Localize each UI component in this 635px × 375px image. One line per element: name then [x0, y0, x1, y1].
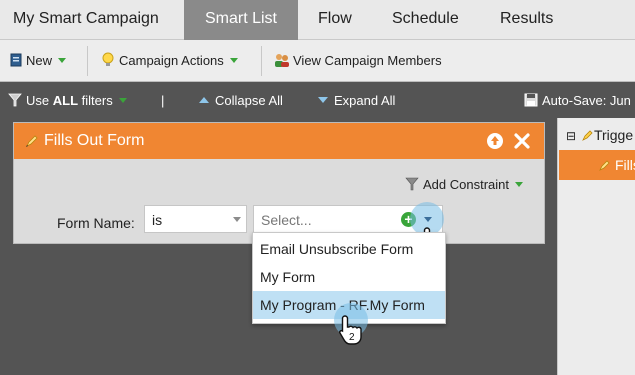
toolbar: New Campaign Actions View Campaign Membe…: [0, 40, 635, 82]
close-icon[interactable]: [513, 132, 531, 150]
use-label: Use: [26, 93, 50, 108]
auto-save-status: Auto-Save: Jun: [524, 92, 631, 110]
hand-pointer-icon: 2: [339, 315, 362, 345]
toolbar-divider: [261, 46, 262, 76]
funnel-icon: [405, 177, 419, 191]
campaign-tab-bar: My Smart Campaign Smart List Flow Schedu…: [0, 0, 635, 40]
form-select-placeholder: Select...: [261, 212, 312, 228]
chevron-down-icon: [233, 217, 241, 222]
chevron-up-icon: [199, 97, 209, 103]
filter-card-header: Fills Out Form: [14, 123, 544, 159]
tab-smart-list[interactable]: Smart List: [184, 0, 298, 40]
tab-flow[interactable]: Flow: [318, 0, 352, 40]
expand-all-button[interactable]: Expand All: [317, 92, 395, 110]
smart-list-tree-panel: ⊟ Trigge Fills: [557, 118, 635, 375]
people-icon: [275, 54, 289, 67]
campaign-actions-label: Campaign Actions: [119, 53, 224, 68]
filter-card-fills-out-form: Fills Out Form Add Constraint Form Name:…: [13, 122, 545, 244]
pencil-icon: [26, 135, 38, 147]
filter-card-title: Fills Out Form: [44, 132, 145, 149]
tree-triggers-label: Trigge: [593, 127, 634, 143]
tab-my-smart-campaign[interactable]: My Smart Campaign: [13, 0, 159, 40]
expand-label: Expand All: [334, 93, 396, 108]
form-name-label: Form Name:: [57, 215, 135, 231]
tree-node-fills-out-form[interactable]: Fills: [559, 150, 635, 180]
new-menu-button[interactable]: New: [10, 52, 67, 70]
tree-fills-label: Fills: [615, 157, 635, 173]
document-icon: [10, 53, 22, 67]
chevron-down-icon: [118, 98, 127, 104]
chevron-down-icon: [515, 182, 523, 188]
add-constraint-button[interactable]: Add Constraint: [405, 177, 523, 192]
all-label: ALL: [52, 93, 79, 108]
toolbar-divider: [87, 46, 88, 76]
use-all-filters-button[interactable]: Use ALL filters: [8, 92, 127, 110]
arrow-up-circle-icon[interactable]: [486, 132, 504, 150]
tree-node-triggers[interactable]: ⊟ Trigge: [566, 127, 633, 143]
floppy-disk-icon: [524, 93, 538, 107]
dropdown-option-my-form[interactable]: My Form: [253, 263, 445, 291]
add-constraint-label: Add Constraint: [423, 177, 509, 192]
auto-save-label: Auto-Save: Jun: [542, 93, 631, 108]
view-campaign-members-button[interactable]: View Campaign Members: [273, 52, 442, 70]
filters-label: filters: [81, 93, 113, 108]
filter-bar: Use ALL filters | Collapse All Expand Al…: [0, 82, 635, 118]
operator-value: is: [152, 212, 163, 228]
filter-bar-separator: |: [161, 93, 165, 108]
funnel-icon: [8, 93, 22, 107]
collapse-label: Collapse All: [215, 93, 283, 108]
chevron-down-icon: [318, 97, 328, 103]
new-label: New: [26, 53, 53, 68]
lightbulb-icon: [102, 52, 114, 66]
pencil-icon: [582, 130, 593, 141]
tab-results[interactable]: Results: [500, 0, 553, 40]
dropdown-option-email-unsubscribe-form[interactable]: Email Unsubscribe Form: [253, 235, 445, 263]
view-members-label: View Campaign Members: [293, 53, 442, 68]
pencil-icon: [599, 160, 610, 171]
operator-select[interactable]: is: [144, 205, 247, 233]
chevron-down-icon[interactable]: [424, 217, 432, 222]
tab-schedule[interactable]: Schedule: [392, 0, 459, 40]
chevron-down-icon: [229, 58, 238, 64]
campaign-actions-button[interactable]: Campaign Actions: [101, 52, 238, 70]
tree-toggle-icon[interactable]: ⊟: [566, 129, 576, 143]
form-name-select[interactable]: Select... +: [253, 202, 444, 236]
chevron-down-icon: [58, 58, 67, 64]
step-2-label: 2: [349, 332, 355, 343]
collapse-all-button[interactable]: Collapse All: [198, 92, 283, 110]
